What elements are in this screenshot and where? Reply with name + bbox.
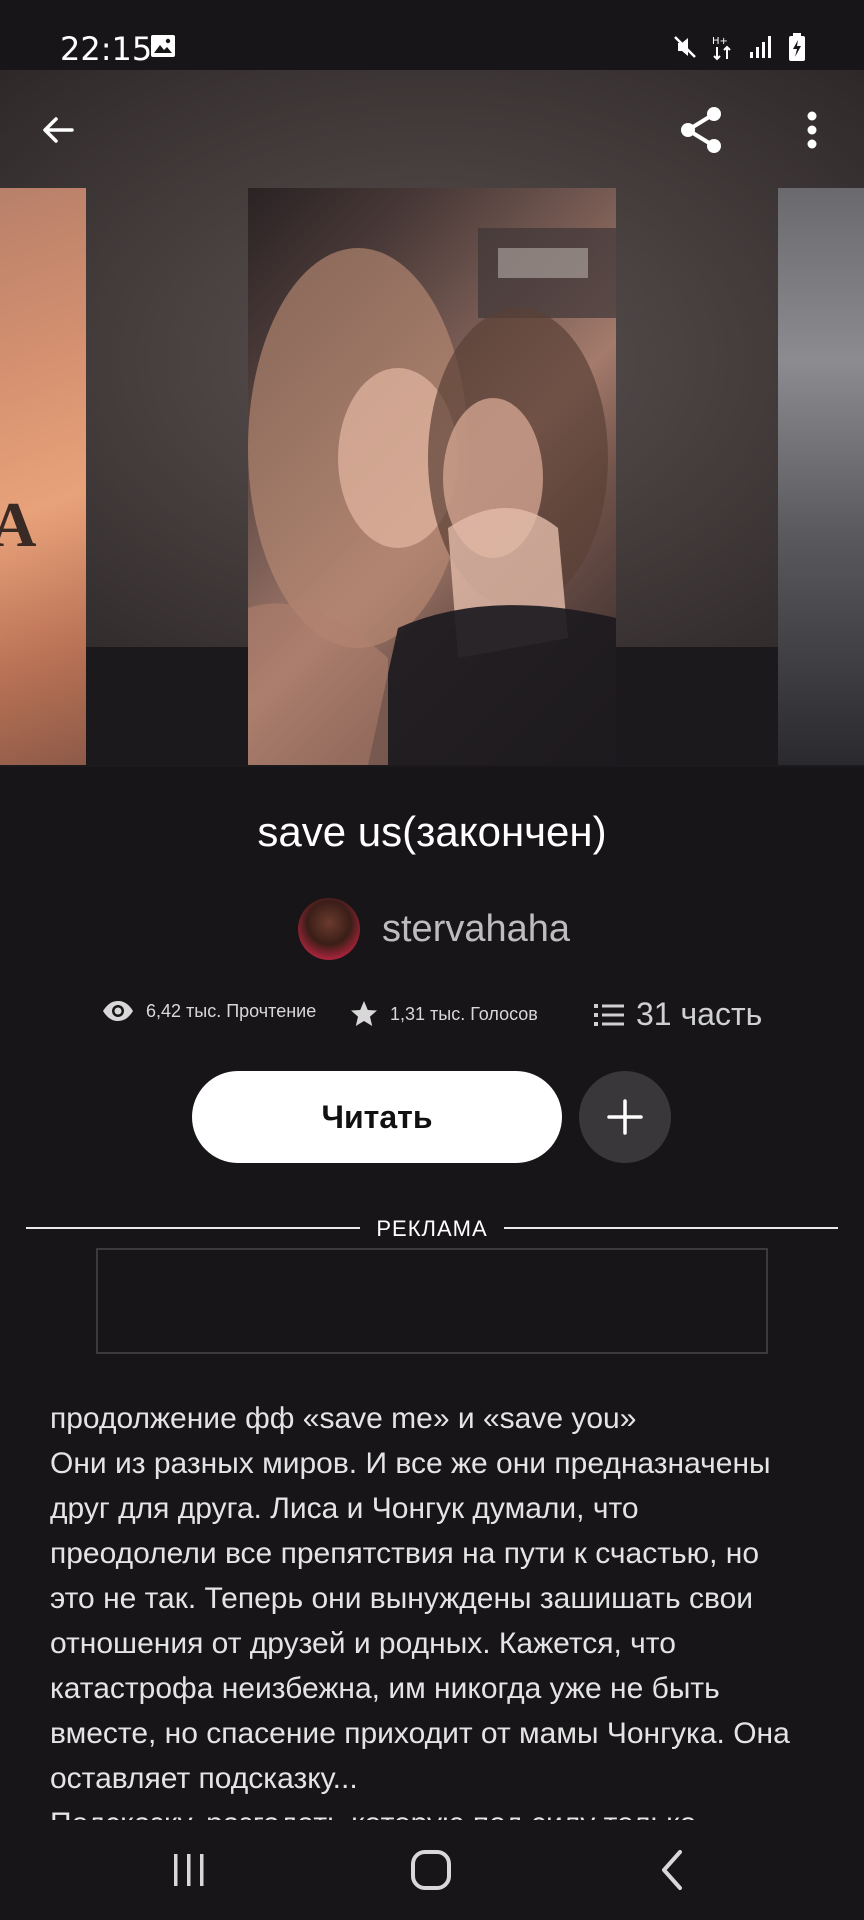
stat-reads: 6,42 тыс. Прочтение [102, 1000, 316, 1022]
system-nav-bar [0, 1820, 864, 1920]
battery-charging-icon [789, 33, 805, 61]
status-time: 22:15 [60, 30, 153, 68]
ad-divider-left [26, 1227, 360, 1229]
ad-label: РЕКЛАМА [376, 1216, 488, 1241]
add-to-library-button[interactable] [579, 1071, 671, 1163]
more-options-button[interactable] [782, 100, 842, 160]
mute-icon [674, 36, 696, 58]
svg-text:H+: H+ [712, 36, 728, 47]
more-vertical-icon [807, 111, 817, 149]
story-title: save us(закончен) [257, 808, 607, 855]
avatar [298, 898, 360, 960]
parts-count: 31 часть [636, 996, 763, 1032]
status-icons: H+ [672, 32, 806, 62]
status-bar: 22:15 H+ [0, 0, 864, 70]
reads-count: 6,42 тыс. Прочтение [146, 1000, 317, 1021]
list-icon [594, 1003, 624, 1026]
signal-icon [750, 36, 771, 58]
cover-next[interactable] [778, 188, 864, 765]
data-transfer-icon: H+ [712, 36, 731, 61]
image-icon [151, 35, 175, 57]
system-back-button[interactable] [638, 1838, 708, 1902]
stat-parts[interactable]: 31 часть [594, 996, 762, 1033]
share-icon [681, 107, 721, 153]
recents-icon [174, 1854, 204, 1886]
cover-previous[interactable]: DA [0, 188, 86, 765]
star-icon [351, 1001, 377, 1026]
cover-left-text: DA [0, 489, 41, 560]
home-icon [411, 1850, 451, 1890]
eye-icon [103, 1001, 133, 1021]
cover-current[interactable] [248, 188, 616, 765]
votes-count: 1,31 тыс. Голосов [390, 1003, 538, 1024]
arrow-left-icon [43, 117, 74, 143]
home-button[interactable] [396, 1838, 466, 1902]
ad-slot[interactable] [96, 1248, 768, 1354]
ad-divider-right [504, 1227, 838, 1229]
author-name: stervahaha [382, 907, 571, 950]
back-button[interactable] [28, 100, 88, 160]
cover-image [248, 228, 616, 765]
nav-back-icon [662, 1850, 682, 1890]
plus-icon [607, 1099, 643, 1135]
recents-button[interactable] [154, 1838, 224, 1902]
story-stats: 6,42 тыс. Прочтение 1,31 тыс. Голосов 31… [0, 996, 864, 1038]
author-link[interactable]: stervahaha [298, 898, 570, 960]
share-button[interactable] [672, 100, 732, 160]
story-description: продолжение фф «save me» и «save you» Он… [50, 1402, 790, 1820]
stat-votes: 1,31 тыс. Голосов [350, 1000, 538, 1028]
read-button[interactable]: Читать [192, 1071, 562, 1163]
